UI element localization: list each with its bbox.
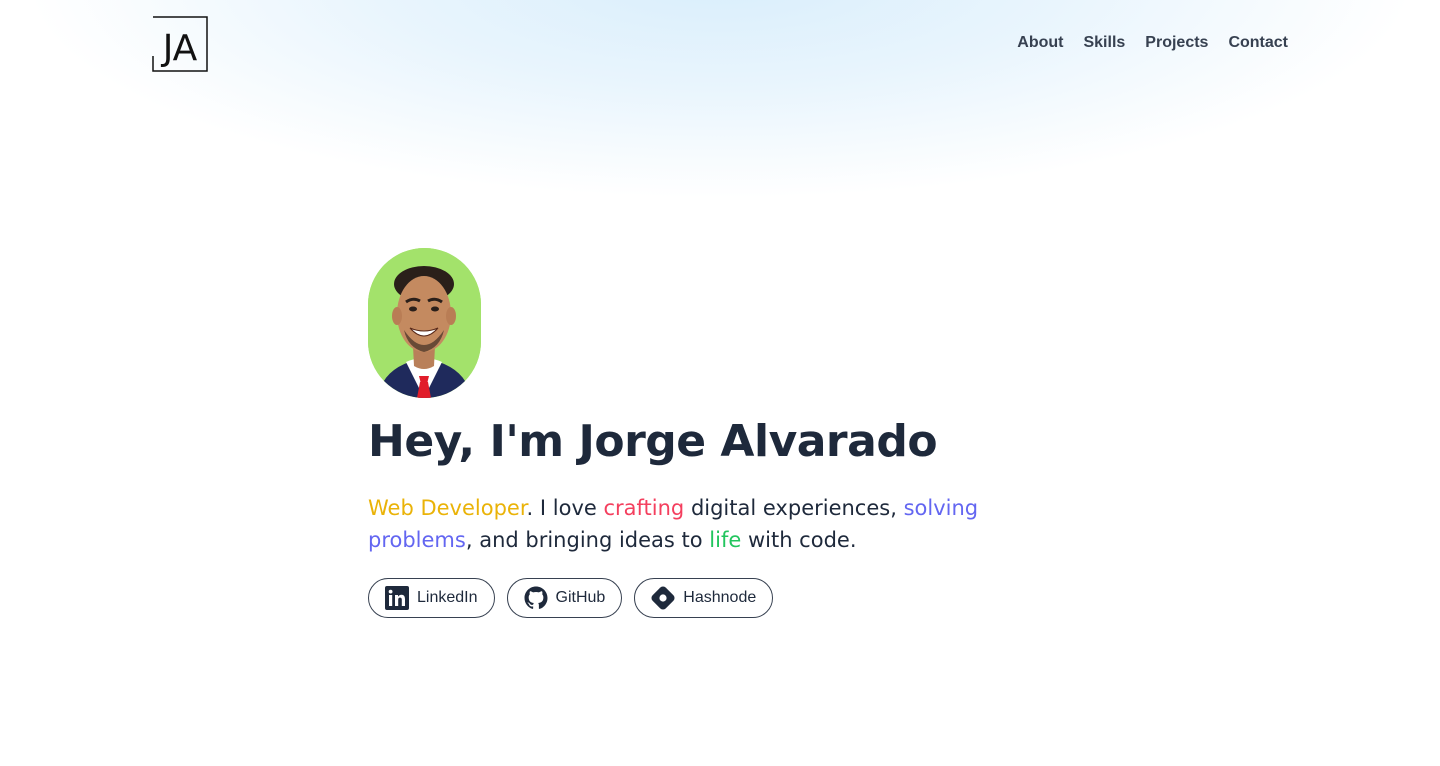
hero-tagline: Web Developer. I love crafting digital e…: [368, 492, 1028, 556]
nav-contact[interactable]: Contact: [1228, 33, 1288, 53]
tagline-text-2: digital experiences,: [684, 496, 904, 520]
linkedin-button[interactable]: LinkedIn: [368, 578, 495, 618]
linkedin-label: LinkedIn: [417, 589, 478, 606]
avatar-photo: [368, 248, 481, 398]
nav-skills[interactable]: Skills: [1083, 33, 1125, 53]
logo-mark: JA: [152, 16, 208, 72]
nav-projects[interactable]: Projects: [1145, 33, 1208, 53]
page-title: Hey, I'm Jorge Alvarado: [368, 416, 938, 467]
hashnode-button[interactable]: Hashnode: [634, 578, 774, 618]
logo-text: JA: [161, 28, 198, 69]
nav-about[interactable]: About: [1017, 33, 1063, 53]
hero-section: Hey, I'm Jorge Alvarado Web Developer. I…: [368, 248, 1068, 618]
github-button[interactable]: GitHub: [506, 578, 623, 618]
social-links: LinkedIn GitHub Hashnode: [368, 578, 1068, 618]
tagline-role: Web Developer: [368, 496, 527, 520]
tagline-text-4: with code.: [741, 528, 857, 552]
github-icon: [524, 586, 548, 610]
avatar: [368, 248, 481, 398]
header-glow: [20, 0, 1420, 200]
page: JA About Skills Projects Contact Hey, I'…: [0, 0, 1440, 766]
hashnode-label: Hashnode: [683, 589, 757, 606]
tagline-highlight-life: life: [709, 528, 742, 552]
github-label: GitHub: [555, 589, 606, 606]
tagline-text-3: , and bringing ideas to: [465, 528, 710, 552]
linkedin-icon: [385, 586, 409, 610]
main-nav: About Skills Projects Contact: [1017, 33, 1288, 53]
logo[interactable]: JA: [152, 16, 208, 72]
tagline-text-1: . I love: [526, 496, 604, 520]
tagline-highlight-crafting: crafting: [603, 496, 685, 520]
hashnode-icon: [651, 586, 675, 610]
